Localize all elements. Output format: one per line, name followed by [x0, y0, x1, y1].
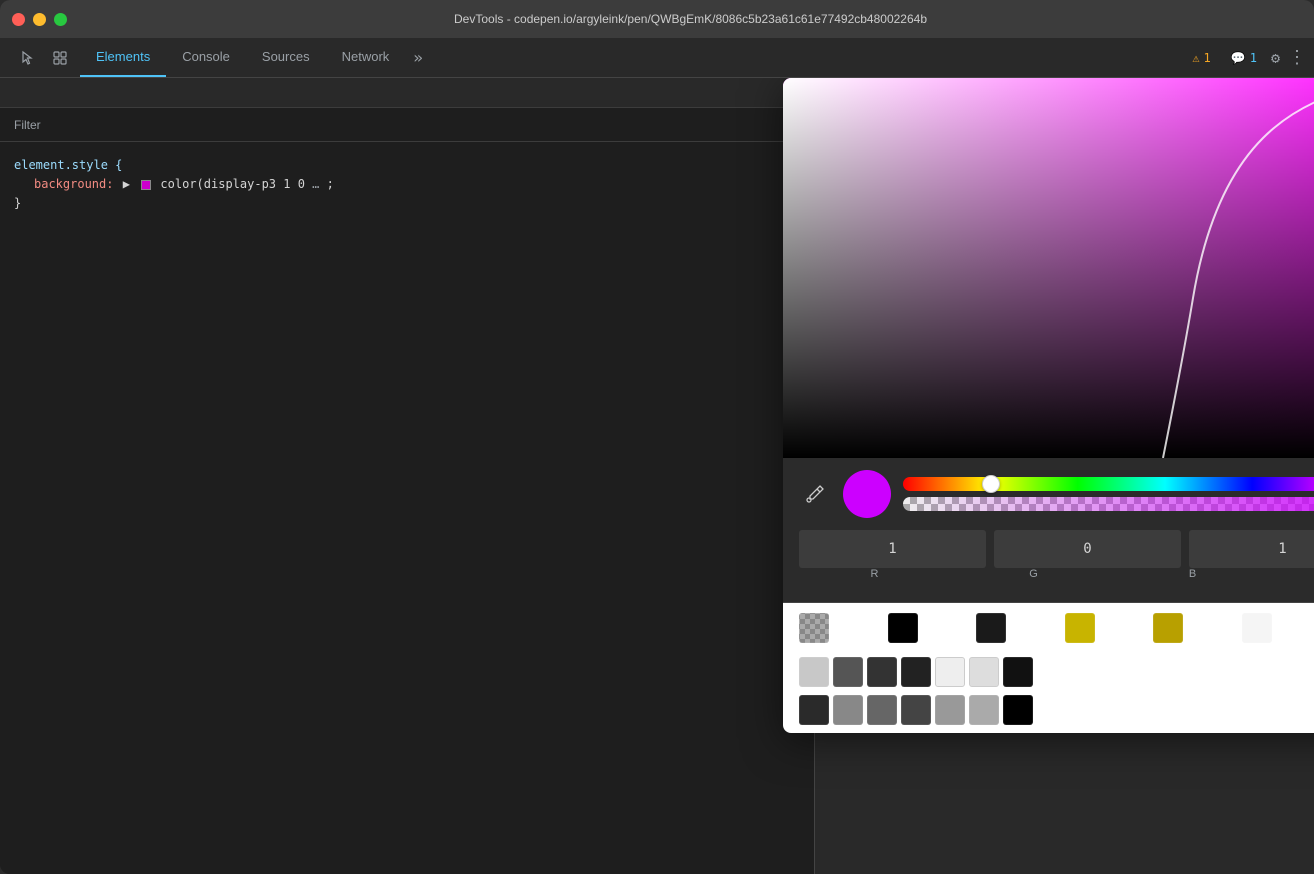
css-semicolon: ;: [327, 177, 334, 191]
close-button[interactable]: [12, 13, 25, 26]
warnings-button[interactable]: ⚠ 1: [1186, 49, 1216, 67]
tab-console[interactable]: Console: [166, 38, 246, 77]
rgba-labels-row: R G B A: [799, 568, 1314, 580]
hue-slider[interactable]: [903, 477, 1314, 491]
swatch-r2-4[interactable]: [935, 657, 965, 687]
chat-icon: 💬: [1231, 51, 1246, 65]
color-preview-circle: [843, 470, 891, 518]
title-bar: DevTools - codepen.io/argyleink/pen/QWBg…: [0, 0, 1314, 38]
tab-actions: ⚠ 1 💬 1 ⚙ ⋮: [1186, 38, 1306, 77]
elements-panel: Filter element.style { background: ▶ col…: [0, 78, 814, 874]
css-value-truncated: …: [312, 177, 319, 191]
color-gradient-area[interactable]: sRGB ✕: [783, 78, 1314, 458]
eyedropper-button[interactable]: [799, 478, 831, 510]
css-value: color(display-p3 1 0: [160, 177, 305, 191]
swatch-r3-4[interactable]: [935, 695, 965, 725]
gradient-svg: [783, 78, 1314, 458]
more-options-button[interactable]: ⋮: [1288, 47, 1306, 68]
r-label: R: [799, 568, 950, 580]
swatch-r3-2[interactable]: [867, 695, 897, 725]
swatches-grid-1: [799, 613, 1314, 643]
css-expand-icon[interactable]: ▶: [123, 177, 130, 191]
cursor-icon[interactable]: [14, 44, 42, 72]
css-selector-line: element.style {: [14, 156, 800, 175]
styles-panel: sRGB ✕: [814, 78, 1314, 874]
main-content: Filter element.style { background: ▶ col…: [0, 78, 1314, 874]
window-title: DevTools - codepen.io/argyleink/pen/QWBg…: [79, 12, 1302, 26]
filter-label: Filter: [14, 118, 41, 132]
alpha-slider[interactable]: [903, 497, 1314, 511]
info-button[interactable]: 💬 1: [1225, 49, 1263, 67]
elements-toolbar: [0, 78, 814, 108]
swatch-r2-5[interactable]: [969, 657, 999, 687]
swatch-r2-0[interactable]: [799, 657, 829, 687]
swatch-0[interactable]: [888, 613, 918, 643]
swatches-section-1: ▲ ▼: [783, 602, 1314, 653]
color-sliders: [903, 477, 1314, 511]
css-brace-close: }: [14, 196, 21, 210]
hue-thumb[interactable]: [982, 475, 1000, 493]
swatch-r3-0[interactable]: [799, 695, 829, 725]
devtools-tab-bar: Elements Console Sources Network » ⚠ 1 💬…: [0, 38, 1314, 78]
tab-icons-group: [8, 38, 80, 77]
swatch-r2-6[interactable]: [1003, 657, 1033, 687]
swatch-transparent[interactable]: [799, 613, 829, 643]
swatch-r2-1[interactable]: [833, 657, 863, 687]
css-property-line: background: ▶ color(display-p3 1 0 … ;: [14, 175, 800, 194]
tab-network[interactable]: Network: [326, 38, 406, 77]
r-input[interactable]: [799, 530, 986, 568]
settings-button[interactable]: ⚙: [1271, 49, 1280, 67]
swatches-row-3: [783, 691, 1314, 733]
swatches-row-2: [783, 653, 1314, 691]
b-label: B: [1117, 568, 1268, 580]
css-selector: element.style {: [14, 158, 122, 172]
swatch-r3-6[interactable]: [1003, 695, 1033, 725]
b-input[interactable]: [1189, 530, 1314, 568]
swatch-r3-3[interactable]: [901, 695, 931, 725]
maximize-button[interactable]: [54, 13, 67, 26]
rgba-input-row: ▲ ▼: [799, 530, 1314, 568]
minimize-button[interactable]: [33, 13, 46, 26]
color-swatch-inline[interactable]: [141, 180, 151, 190]
tab-elements[interactable]: Elements: [80, 38, 166, 77]
css-code-area: element.style { background: ▶ color(disp…: [0, 142, 814, 874]
filter-bar: Filter: [0, 108, 814, 142]
swatch-r2-2[interactable]: [867, 657, 897, 687]
color-picker-controls: ▲ ▼ R G B A: [783, 458, 1314, 602]
swatch-3[interactable]: [1153, 613, 1183, 643]
tab-sources[interactable]: Sources: [246, 38, 326, 77]
css-property: background:: [34, 177, 113, 191]
color-picker-popup: sRGB ✕: [783, 78, 1314, 733]
inspector-icon[interactable]: [46, 44, 74, 72]
swatch-2[interactable]: [1065, 613, 1095, 643]
color-preview-row: [799, 470, 1314, 518]
a-label: A: [1276, 568, 1314, 580]
g-label: G: [958, 568, 1109, 580]
swatch-4[interactable]: [1242, 613, 1272, 643]
warning-icon: ⚠: [1192, 51, 1199, 65]
swatch-1[interactable]: [976, 613, 1006, 643]
swatch-r3-1[interactable]: [833, 695, 863, 725]
g-input[interactable]: [994, 530, 1181, 568]
devtools-window: DevTools - codepen.io/argyleink/pen/QWBg…: [0, 0, 1314, 874]
traffic-lights: [12, 13, 67, 26]
swatch-r3-5[interactable]: [969, 695, 999, 725]
css-closing-brace: }: [14, 194, 800, 213]
tab-more-button[interactable]: »: [405, 38, 431, 77]
swatch-r2-3[interactable]: [901, 657, 931, 687]
